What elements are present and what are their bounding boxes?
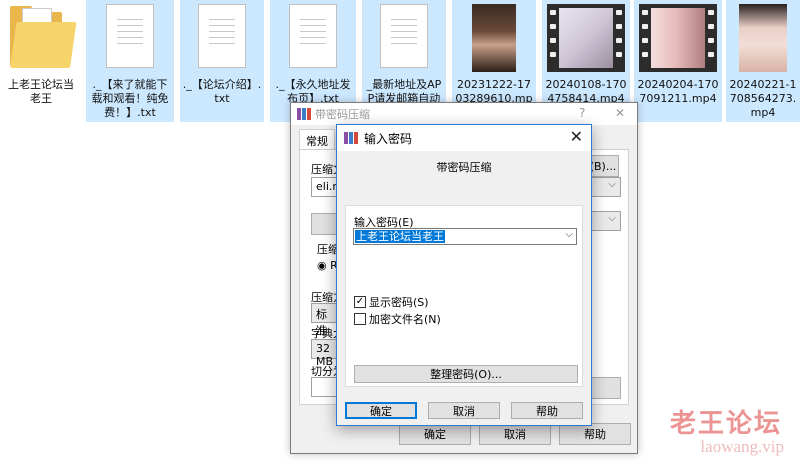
close-icon[interactable]: ✕ [570, 128, 583, 146]
password-value: 上老王论坛当老王 [355, 230, 445, 243]
text-file-icon [289, 4, 337, 72]
checkbox-checked-icon: ✓ [354, 296, 366, 308]
password-dialog-title: 输入密码 [364, 131, 413, 146]
profile-combo[interactable]: ⌵ [591, 211, 621, 231]
watermark-url: laowang.vip [700, 437, 784, 456]
set-password-button[interactable] [591, 377, 621, 399]
chevron-down-icon: ⌵ [608, 213, 616, 224]
help-button[interactable]: 帮助 [559, 423, 631, 445]
ok-button[interactable]: 确定 [399, 423, 471, 445]
file-name: 20240221-1708564273.mp4 [729, 78, 797, 119]
profiles-button[interactable] [311, 213, 337, 235]
close-icon[interactable]: ✕ [615, 106, 625, 120]
ok-button[interactable]: 确定 [345, 402, 417, 419]
help-button[interactable]: 帮助 [511, 402, 583, 419]
method-combo[interactable]: 标准 [311, 303, 337, 337]
cancel-button[interactable]: 取消 [428, 402, 500, 419]
encrypt-filenames-label: 加密文件名(N) [369, 313, 441, 326]
file-txt-tile[interactable]: ._【论坛介绍】.txt [180, 0, 264, 122]
dialog-heading: 带密码压缩 [436, 161, 492, 174]
help-icon[interactable]: ? [579, 106, 585, 120]
file-name: 20240204-1707091211.mp4 [637, 78, 719, 105]
show-password-checkbox[interactable]: ✓ 显示密码(S) [354, 294, 429, 310]
chevron-down-icon: ⌵ [608, 179, 616, 190]
file-name: ._【论坛介绍】.txt [182, 78, 262, 105]
dictionary-combo[interactable]: 32 MB [311, 339, 337, 368]
show-password-label: 显示密码(S) [369, 296, 429, 309]
archive-name-field[interactable]: eli.rar [311, 177, 348, 197]
encrypt-filenames-checkbox[interactable]: 加密文件名(N) [354, 311, 441, 327]
text-file-icon [380, 4, 428, 72]
file-folder-tile[interactable]: 上老王论坛当老王 [2, 0, 80, 122]
watermark-brand: 老王论坛 [669, 409, 782, 439]
video-filmstrip-icon [639, 4, 717, 72]
text-file-icon [198, 4, 246, 72]
folder-icon [10, 4, 77, 72]
file-video-tile[interactable]: 20240221-1708564273.mp4 [726, 0, 800, 122]
split-size-field[interactable] [311, 377, 337, 397]
organize-passwords-button[interactable]: 整理密码(O)... [354, 365, 578, 383]
video-thumbnail [739, 4, 787, 72]
checkbox-unchecked-icon [354, 313, 366, 325]
winrar-icon [297, 108, 311, 120]
winrar-icon [344, 132, 358, 144]
password-group: 输入密码(E) 上老王论坛当老王 ⌵ ✓ 显示密码(S) 加密文件名(N) 整理… [345, 205, 583, 387]
cancel-button[interactable]: 取消 [479, 423, 551, 445]
file-name: 上老王论坛当老王 [8, 78, 74, 105]
video-filmstrip-icon [547, 4, 625, 72]
password-input[interactable]: 上老王论坛当老王 ⌵ [353, 228, 577, 245]
password-dialog-titlebar: 输入密码 ✕ [337, 125, 591, 151]
text-file-icon [106, 4, 154, 72]
file-name: ._【来了就能下载和观看！纯免费！】.txt [91, 78, 169, 119]
file-txt-tile[interactable]: ._【来了就能下载和观看！纯免费！】.txt [86, 0, 174, 122]
chevron-down-icon[interactable]: ⌵ [565, 229, 573, 240]
update-mode-combo[interactable]: ⌵ [591, 177, 621, 197]
archive-dialog-title: 带密码压缩 [315, 108, 370, 121]
file-video-tile[interactable]: 20240204-1707091211.mp4 [634, 0, 722, 122]
password-dialog: 输入密码 ✕ 带密码压缩 输入密码(E) 上老王论坛当老王 ⌵ ✓ 显示密码(S… [336, 124, 592, 426]
archive-dialog-titlebar: 带密码压缩 ? ✕ [291, 103, 637, 125]
video-thumbnail [472, 4, 516, 72]
